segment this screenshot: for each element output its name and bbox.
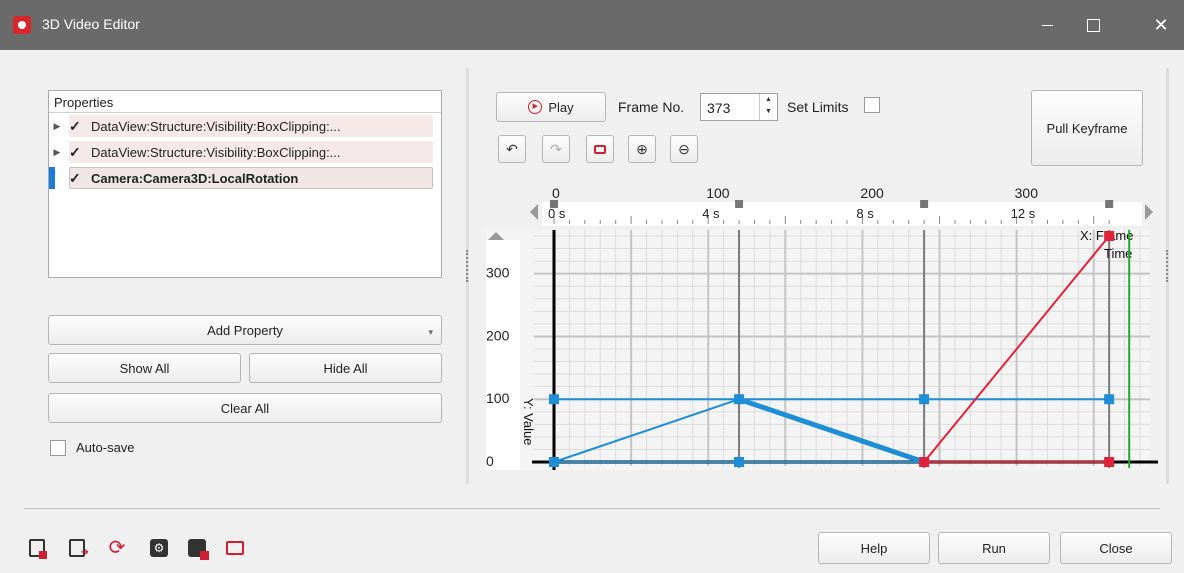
property-label: Camera:Camera3D:LocalRotation [91,170,299,186]
autosave-label: Auto-save [76,440,135,455]
y-tick-label: 300 [486,265,510,281]
expand-arrow-icon[interactable]: ▶ [49,147,65,158]
set-limits-checkbox[interactable] [864,97,880,113]
spin-arrows-icon[interactable]: ▲ ▼ [759,94,777,120]
time-tick-label: 12 s [1011,206,1036,221]
y-axis-label: Y: Value [521,398,536,445]
help-button[interactable]: Help [818,532,930,564]
save-project-icon[interactable] [26,537,48,559]
frame-number-value: 373 [707,100,731,116]
keyframe-marker [549,394,559,405]
properties-panel: Properties ▶ ✓ DataView:Structure:Visibi… [48,90,442,278]
minimize-icon[interactable] [1024,0,1070,50]
keyframe-marker [549,457,559,467]
property-row[interactable]: ▶ ✓ DataView:Structure:Visibility:BoxCli… [49,113,441,139]
chevron-down-icon: ▾ [428,327,433,337]
zoom-in-icon[interactable]: ⊕ [628,135,656,163]
keyframe-marker [919,394,930,405]
show-all-button[interactable]: Show All [48,353,241,383]
maximize-icon[interactable] [1070,0,1116,50]
property-label: DataView:Structure:Visibility:BoxClippin… [91,118,341,134]
property-checkbox[interactable]: ✓ [69,170,85,187]
add-property-label: Add Property [207,322,283,338]
keyframe-marker [919,457,930,467]
window-title: 3D Video Editor [42,16,140,32]
autosave-checkbox[interactable] [50,440,66,456]
y-tick-label: 0 [486,453,494,469]
plot-background [486,230,1150,470]
play-button[interactable]: ▶ Play [496,92,606,122]
property-row[interactable]: ▶ ✓ DataView:Structure:Visibility:BoxCli… [49,139,441,165]
set-limits-label: Set Limits [787,99,849,115]
zoom-out-icon[interactable]: ⊖ [670,135,698,163]
chart-svg[interactable]: 0 100 200 3000 s4 s8 s 12 s0100200300X: Fram… [480,180,1160,480]
properties-header: Properties [49,91,441,113]
run-button[interactable]: Run [938,532,1050,564]
expand-arrow-icon[interactable]: ▶ [49,121,65,132]
close-window-icon[interactable]: ✕ [1138,0,1184,50]
hide-all-button[interactable]: Hide All [249,353,442,383]
time-ruler-background [542,202,1142,226]
settings-icon[interactable]: ⚙ [148,537,170,559]
frame-number-input[interactable]: 373 ▲ ▼ [700,93,778,121]
property-label: DataView:Structure:Visibility:BoxClippin… [91,144,341,160]
keyframe-ruler-marker [920,200,929,208]
x-tick-label: 0 [552,185,560,201]
keyframe-chart[interactable]: 0 100 200 300 0 s4 s8 s 12 s 0 100 200 300 X: Fram… [480,180,1160,480]
x-tick-label: 100 [706,185,730,201]
selection-marker-icon: ▶ [49,167,56,189]
property-checkbox[interactable]: ✓ [69,118,85,135]
add-property-button[interactable]: Add Property ▾ [48,315,442,345]
time-tick-label: 8 s [856,206,874,221]
record-icon[interactable] [186,537,209,560]
footer-divider [24,508,1160,509]
time-tick-label: 0 s [548,206,566,221]
export-video-icon[interactable]: ➜ [66,537,89,559]
play-icon: ▶ [528,100,543,114]
screen-capture-icon[interactable] [224,537,246,559]
x-tick-label: 300 [1015,185,1039,201]
app-logo-icon [13,16,31,34]
clear-all-button[interactable]: Clear All [48,393,442,423]
property-checkbox[interactable]: ✓ [69,144,85,161]
title-bar-background [0,0,1184,50]
y-tick-label: 100 [486,390,510,406]
title-bar: 3D Video Editor ✕ [0,0,1184,50]
keyframe-marker [1104,231,1115,241]
y-tick-label: 200 [486,327,510,343]
property-row-selected[interactable]: ▶ ✓ Camera:Camera3D:LocalRotation [49,165,441,191]
pull-keyframe-button[interactable]: Pull Keyframe [1031,90,1143,166]
splitter-grip-icon[interactable] [1166,250,1168,282]
keyframe-marker [734,457,745,467]
keyframe-ruler-marker [735,200,744,208]
x-tick-label: 200 [860,185,884,201]
keyframe-marker [734,394,745,405]
redo-icon[interactable]: ↷ [542,135,570,163]
refresh-render-icon[interactable]: ⟳ [106,537,128,559]
fit-view-icon[interactable] [586,135,614,163]
keyframe-marker [1104,457,1115,467]
keyframe-marker [1104,394,1115,405]
undo-icon[interactable]: ↶ [498,135,526,163]
keyframe-ruler-marker [1105,200,1114,208]
frame-label: Frame No. [618,99,685,115]
splitter-grip-icon[interactable] [466,250,468,282]
x-axis-label-time: Time [1104,246,1132,261]
close-button[interactable]: Close [1060,532,1172,564]
ruler-left-arrow-icon [530,204,538,220]
play-label: Play [548,99,574,115]
ruler-right-arrow-icon [1145,204,1153,220]
time-tick-label: 4 s [702,206,720,221]
